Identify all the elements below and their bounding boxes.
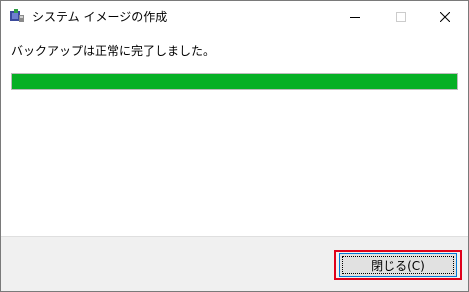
dialog-window: システム イメージの作成 バックアップは正常に完了しました。 閉じる(C) bbox=[0, 0, 469, 292]
title-bar[interactable]: システム イメージの作成 bbox=[1, 1, 468, 31]
close-button[interactable]: 閉じる(C) bbox=[339, 253, 457, 277]
dialog-content: バックアップは正常に完了しました。 bbox=[1, 31, 468, 236]
close-window-button[interactable] bbox=[422, 1, 468, 31]
maximize-button bbox=[378, 1, 424, 31]
status-message: バックアップは正常に完了しました。 bbox=[11, 44, 216, 58]
dialog-footer: 閉じる(C) bbox=[1, 236, 468, 291]
minimize-icon bbox=[350, 7, 360, 26]
progress-bar-fill bbox=[12, 74, 457, 89]
progress-bar bbox=[11, 73, 458, 90]
system-image-app-icon bbox=[9, 8, 25, 24]
close-button-label: 閉じる(C) bbox=[342, 256, 454, 274]
window-title: システム イメージの作成 bbox=[32, 10, 168, 24]
maximize-icon bbox=[396, 7, 406, 26]
minimize-button[interactable] bbox=[332, 1, 378, 31]
close-icon bbox=[439, 7, 451, 26]
